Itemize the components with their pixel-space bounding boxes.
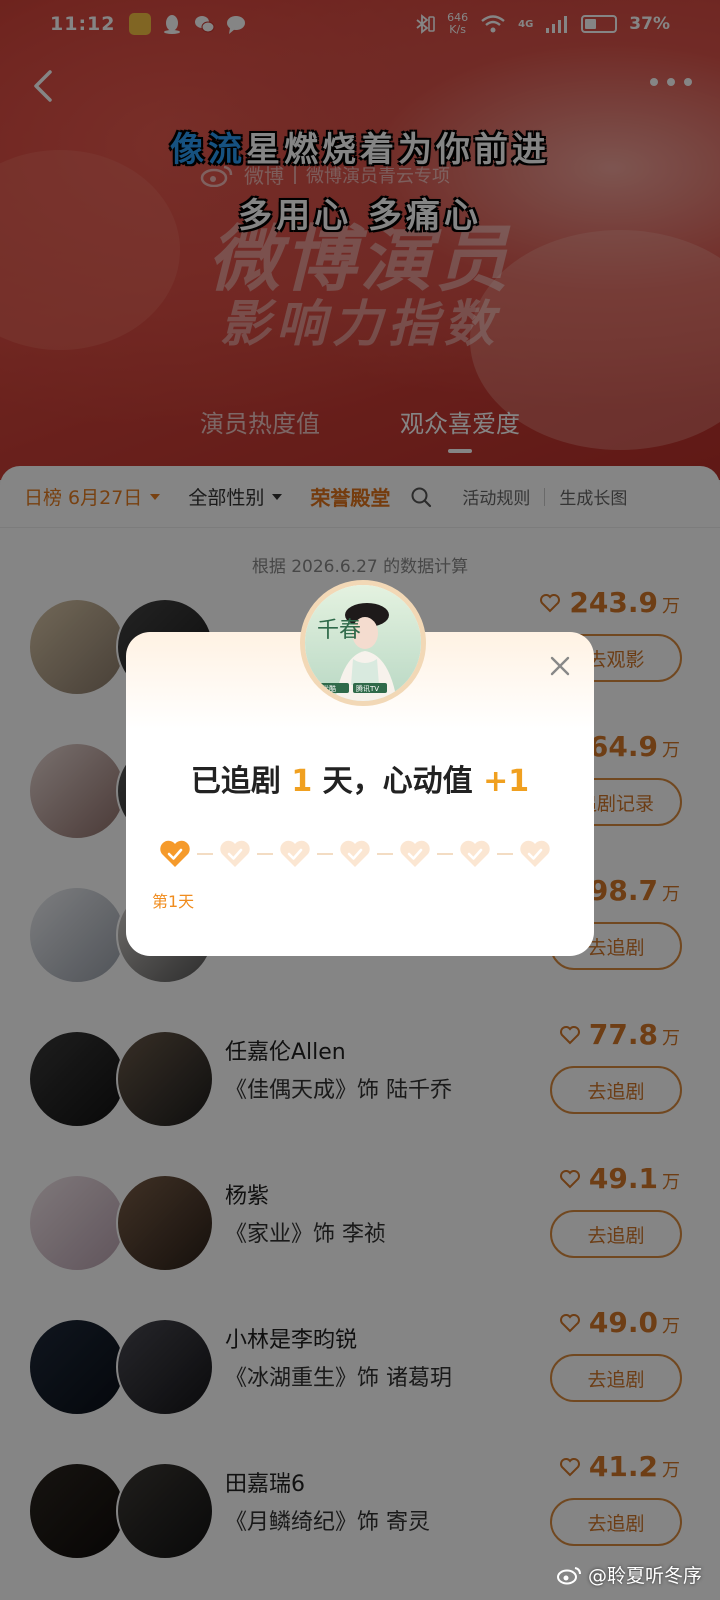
progress-connector (257, 853, 273, 855)
heart-unchecked-icon (460, 840, 490, 867)
progress-connector (377, 853, 393, 855)
drama-poster-art: 千春 优酷 腾讯TV (305, 585, 421, 701)
heart-checked-icon (160, 840, 190, 867)
progress-connector (317, 853, 333, 855)
heart-unchecked-icon (340, 840, 370, 867)
svg-text:优酷: 优酷 (322, 684, 336, 693)
heart-unchecked-icon (520, 840, 550, 867)
watermark: @聆夏听冬序 (556, 1561, 702, 1588)
checkin-message: 已追剧 1 天，心动值 +1 (190, 764, 530, 799)
checkin-progress (158, 838, 552, 870)
drama-poster: 千春 优酷 腾讯TV (300, 580, 426, 706)
day-label: 第1天 (152, 892, 195, 911)
svg-text:千春: 千春 (317, 618, 361, 643)
progress-connector (437, 853, 453, 855)
svg-text:腾讯TV: 腾讯TV (356, 684, 379, 693)
close-icon[interactable] (548, 654, 572, 678)
weibo-logo-icon (556, 1566, 581, 1584)
heart-unchecked-icon (400, 840, 430, 867)
heart-unchecked-icon (280, 840, 310, 867)
progress-connector (497, 853, 513, 855)
progress-connector (197, 853, 213, 855)
heart-unchecked-icon (220, 840, 250, 867)
